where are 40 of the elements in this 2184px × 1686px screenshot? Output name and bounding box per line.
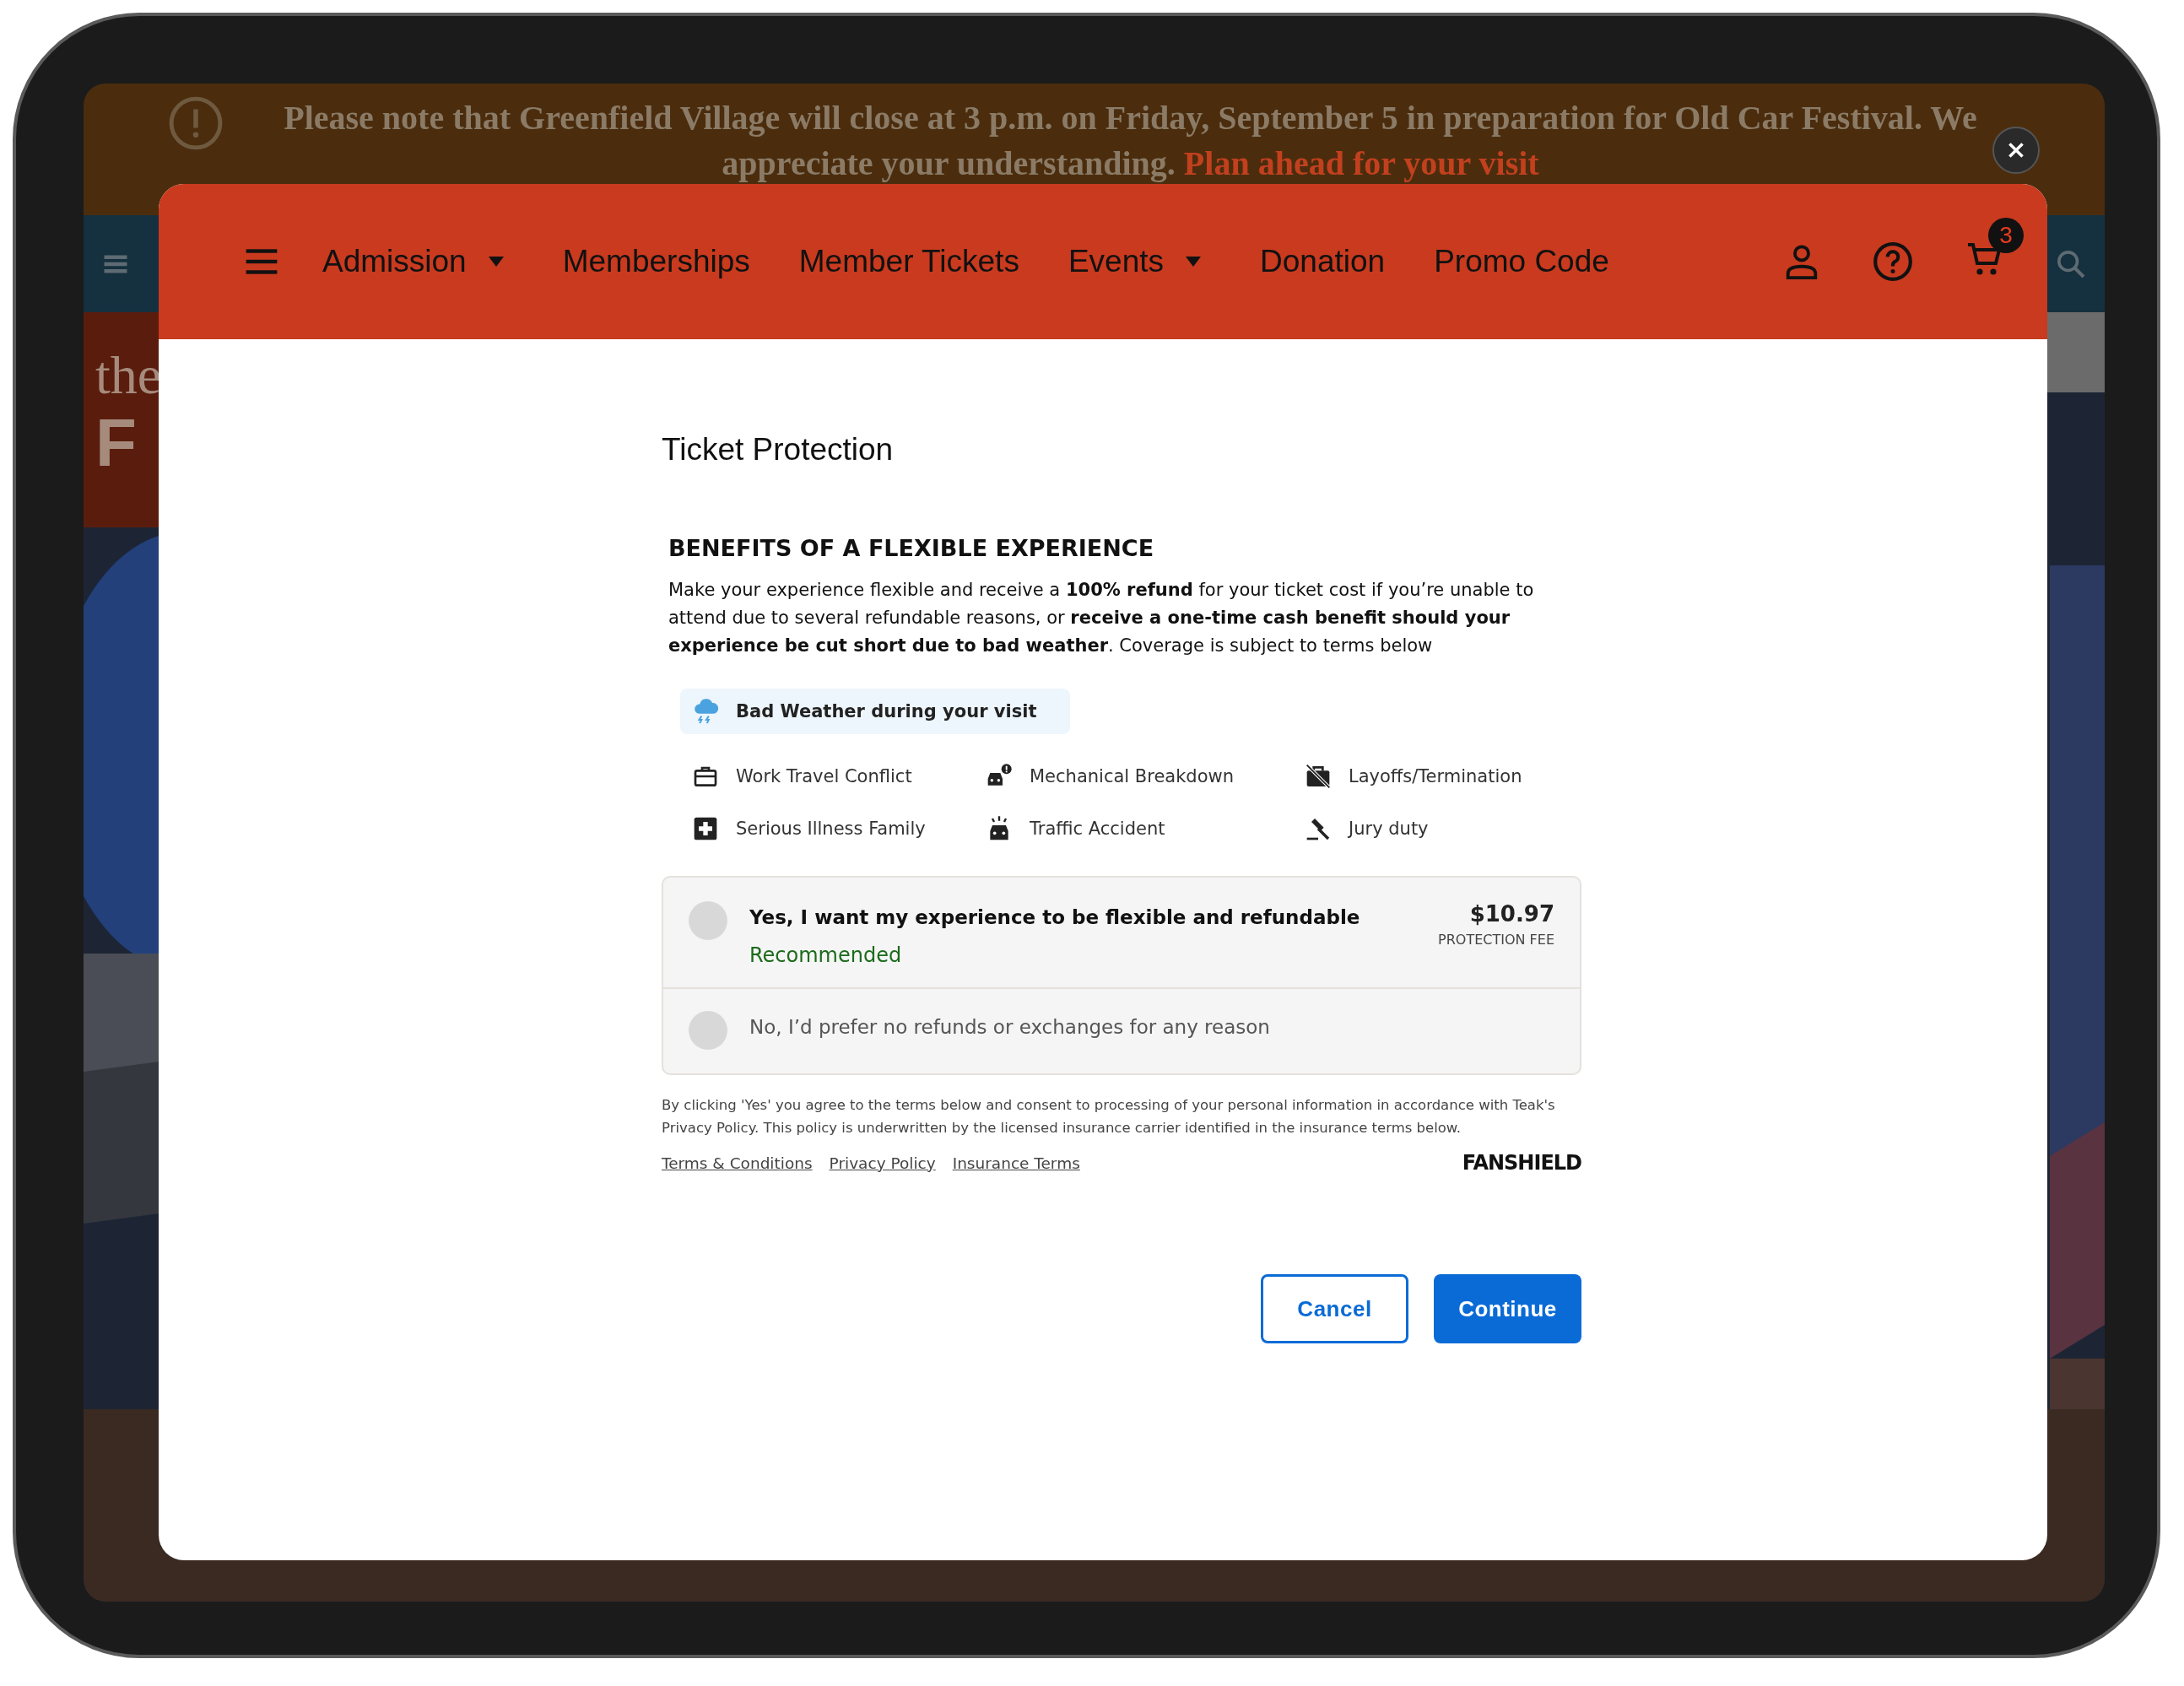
price-caption: PROTECTION FEE: [1438, 932, 1554, 948]
dialog-title: Ticket Protection: [662, 432, 895, 467]
nav-link[interactable]: Events: [1068, 244, 1201, 279]
benefit-label: Layoffs/Termination: [1349, 766, 1522, 786]
protection-option[interactable]: No, I’d prefer no refunds or exchanges for any reason: [663, 987, 1580, 1073]
benefit-label: Serious Illness Family: [736, 819, 926, 839]
cancel-button[interactable]: Cancel: [1261, 1274, 1408, 1343]
benefit-label: Mechanical Breakdown: [1030, 766, 1235, 786]
nav-link[interactable]: Admission: [322, 244, 504, 279]
benefit-label: Traffic Accident: [1030, 819, 1165, 839]
option-label: Yes, I want my experience to be flexible and refundable: [749, 905, 1361, 930]
policy-link[interactable]: Privacy Policy: [829, 1154, 936, 1172]
nav-link[interactable]: Donation: [1260, 244, 1386, 279]
nav-link[interactable]: Promo Code: [1434, 244, 1609, 279]
price-text: $10.97: [1469, 901, 1554, 927]
briefcase-off-icon: [1305, 763, 1332, 790]
benefit-label: Work Travel Conflict: [736, 766, 912, 786]
help-icon[interactable]: [1872, 240, 1914, 283]
medical-icon: [692, 815, 719, 842]
disclaimer-text: By clicking 'Yes' you agree to the terms below and consent to processing of your personal information in accordance with Teak's Privacy Policy. This policy is underwritten by the licensed insurance carrier identified in the insurance terms below.: [662, 1096, 1556, 1138]
radio-button[interactable]: [689, 1011, 727, 1050]
policy-link[interactable]: Insurance Terms: [952, 1154, 1080, 1172]
benefit-label: Jury duty: [1349, 819, 1429, 839]
brand-logo: FANSHIELD: [1462, 1151, 1581, 1175]
continue-button[interactable]: Continue: [1434, 1274, 1581, 1343]
recommended-label: Recommended: [749, 943, 903, 967]
option-label: No, I’d prefer no refunds or exchanges for any reason: [749, 1015, 1271, 1040]
nav-link[interactable]: Memberships: [562, 244, 750, 279]
cart-count-badge: 3: [1988, 218, 2024, 253]
chip-label: Bad Weather during your visit: [736, 701, 1037, 721]
alert-icon: [167, 95, 224, 151]
section-heading: BENEFITS OF A FLEXIBLE EXPERIENCE: [668, 535, 1155, 561]
hero-text: F: [95, 405, 138, 481]
nav-link[interactable]: Member Tickets: [798, 244, 1019, 279]
policy-link[interactable]: Terms & Conditions: [662, 1154, 813, 1172]
radio-button[interactable]: [689, 901, 727, 940]
description-text: Make your experience flexible and receive a 100% refund for your ticket cost if you’re unable to attend due to several refundable reasons, or receive a one-time cash benefit should your experience be cut short due to bad weather. Coverage is subject to terms below: [668, 579, 1535, 657]
storm-cloud-icon: [692, 697, 721, 726]
hero-text: the: [95, 346, 163, 405]
protection-option[interactable]: Yes, I want my experience to be flexible and refundable Recommended $10.97 PROTECTION FEE: [663, 878, 1580, 987]
